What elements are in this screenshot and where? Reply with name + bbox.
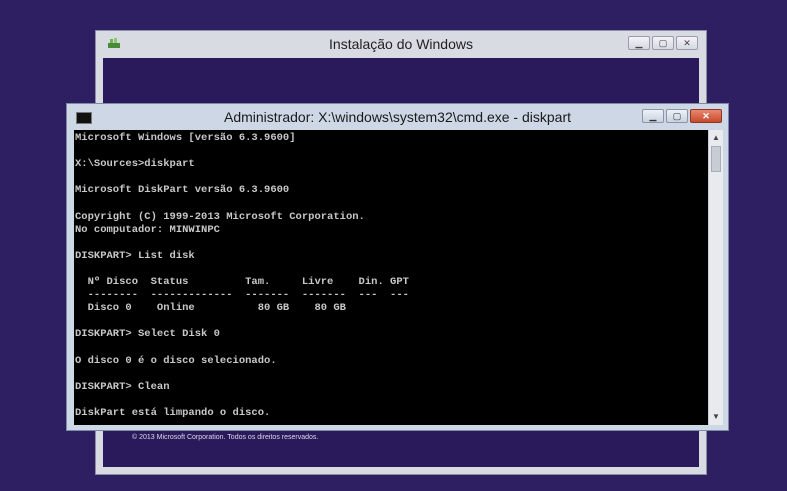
scrollbar-thumb[interactable] [711,146,721,172]
scroll-down-arrow-icon[interactable]: ▼ [709,410,723,424]
command-prompt-window[interactable]: Administrador: X:\windows\system32\cmd.e… [66,103,729,431]
setup-window-controls: ▁ ▢ ✕ [628,36,698,50]
minimize-icon: ▁ [635,37,643,48]
cmd-close-button[interactable]: ✕ [690,109,722,123]
cmd-minimize-button[interactable]: ▁ [642,109,664,123]
cmd-maximize-button[interactable]: ▢ [666,109,688,123]
minimize-icon: ▁ [649,110,657,121]
cmd-window-title: Administrador: X:\windows\system32\cmd.e… [223,109,571,125]
copyright-text: © 2013 Microsoft Corporation. Todos os d… [132,434,319,441]
console-output[interactable]: Microsoft Windows [versão 6.3.9600] X:\S… [74,130,708,425]
maximize-icon: ▢ [672,110,682,121]
scroll-up-arrow-icon[interactable]: ▲ [709,131,723,145]
setup-minimize-button[interactable]: ▁ [628,36,650,50]
setup-window-title: Instalação do Windows [329,36,473,52]
close-icon: ✕ [683,37,691,48]
console-text: Microsoft Windows [versão 6.3.9600] X:\S… [75,132,409,419]
maximize-icon: ▢ [658,37,668,48]
vertical-scrollbar[interactable]: ▲ ▼ [708,130,723,425]
setup-close-button[interactable]: ✕ [676,36,698,50]
setup-maximize-button[interactable]: ▢ [652,36,674,50]
close-icon: ✕ [702,110,710,121]
cmd-window-controls: ▁ ▢ ✕ [642,109,722,123]
